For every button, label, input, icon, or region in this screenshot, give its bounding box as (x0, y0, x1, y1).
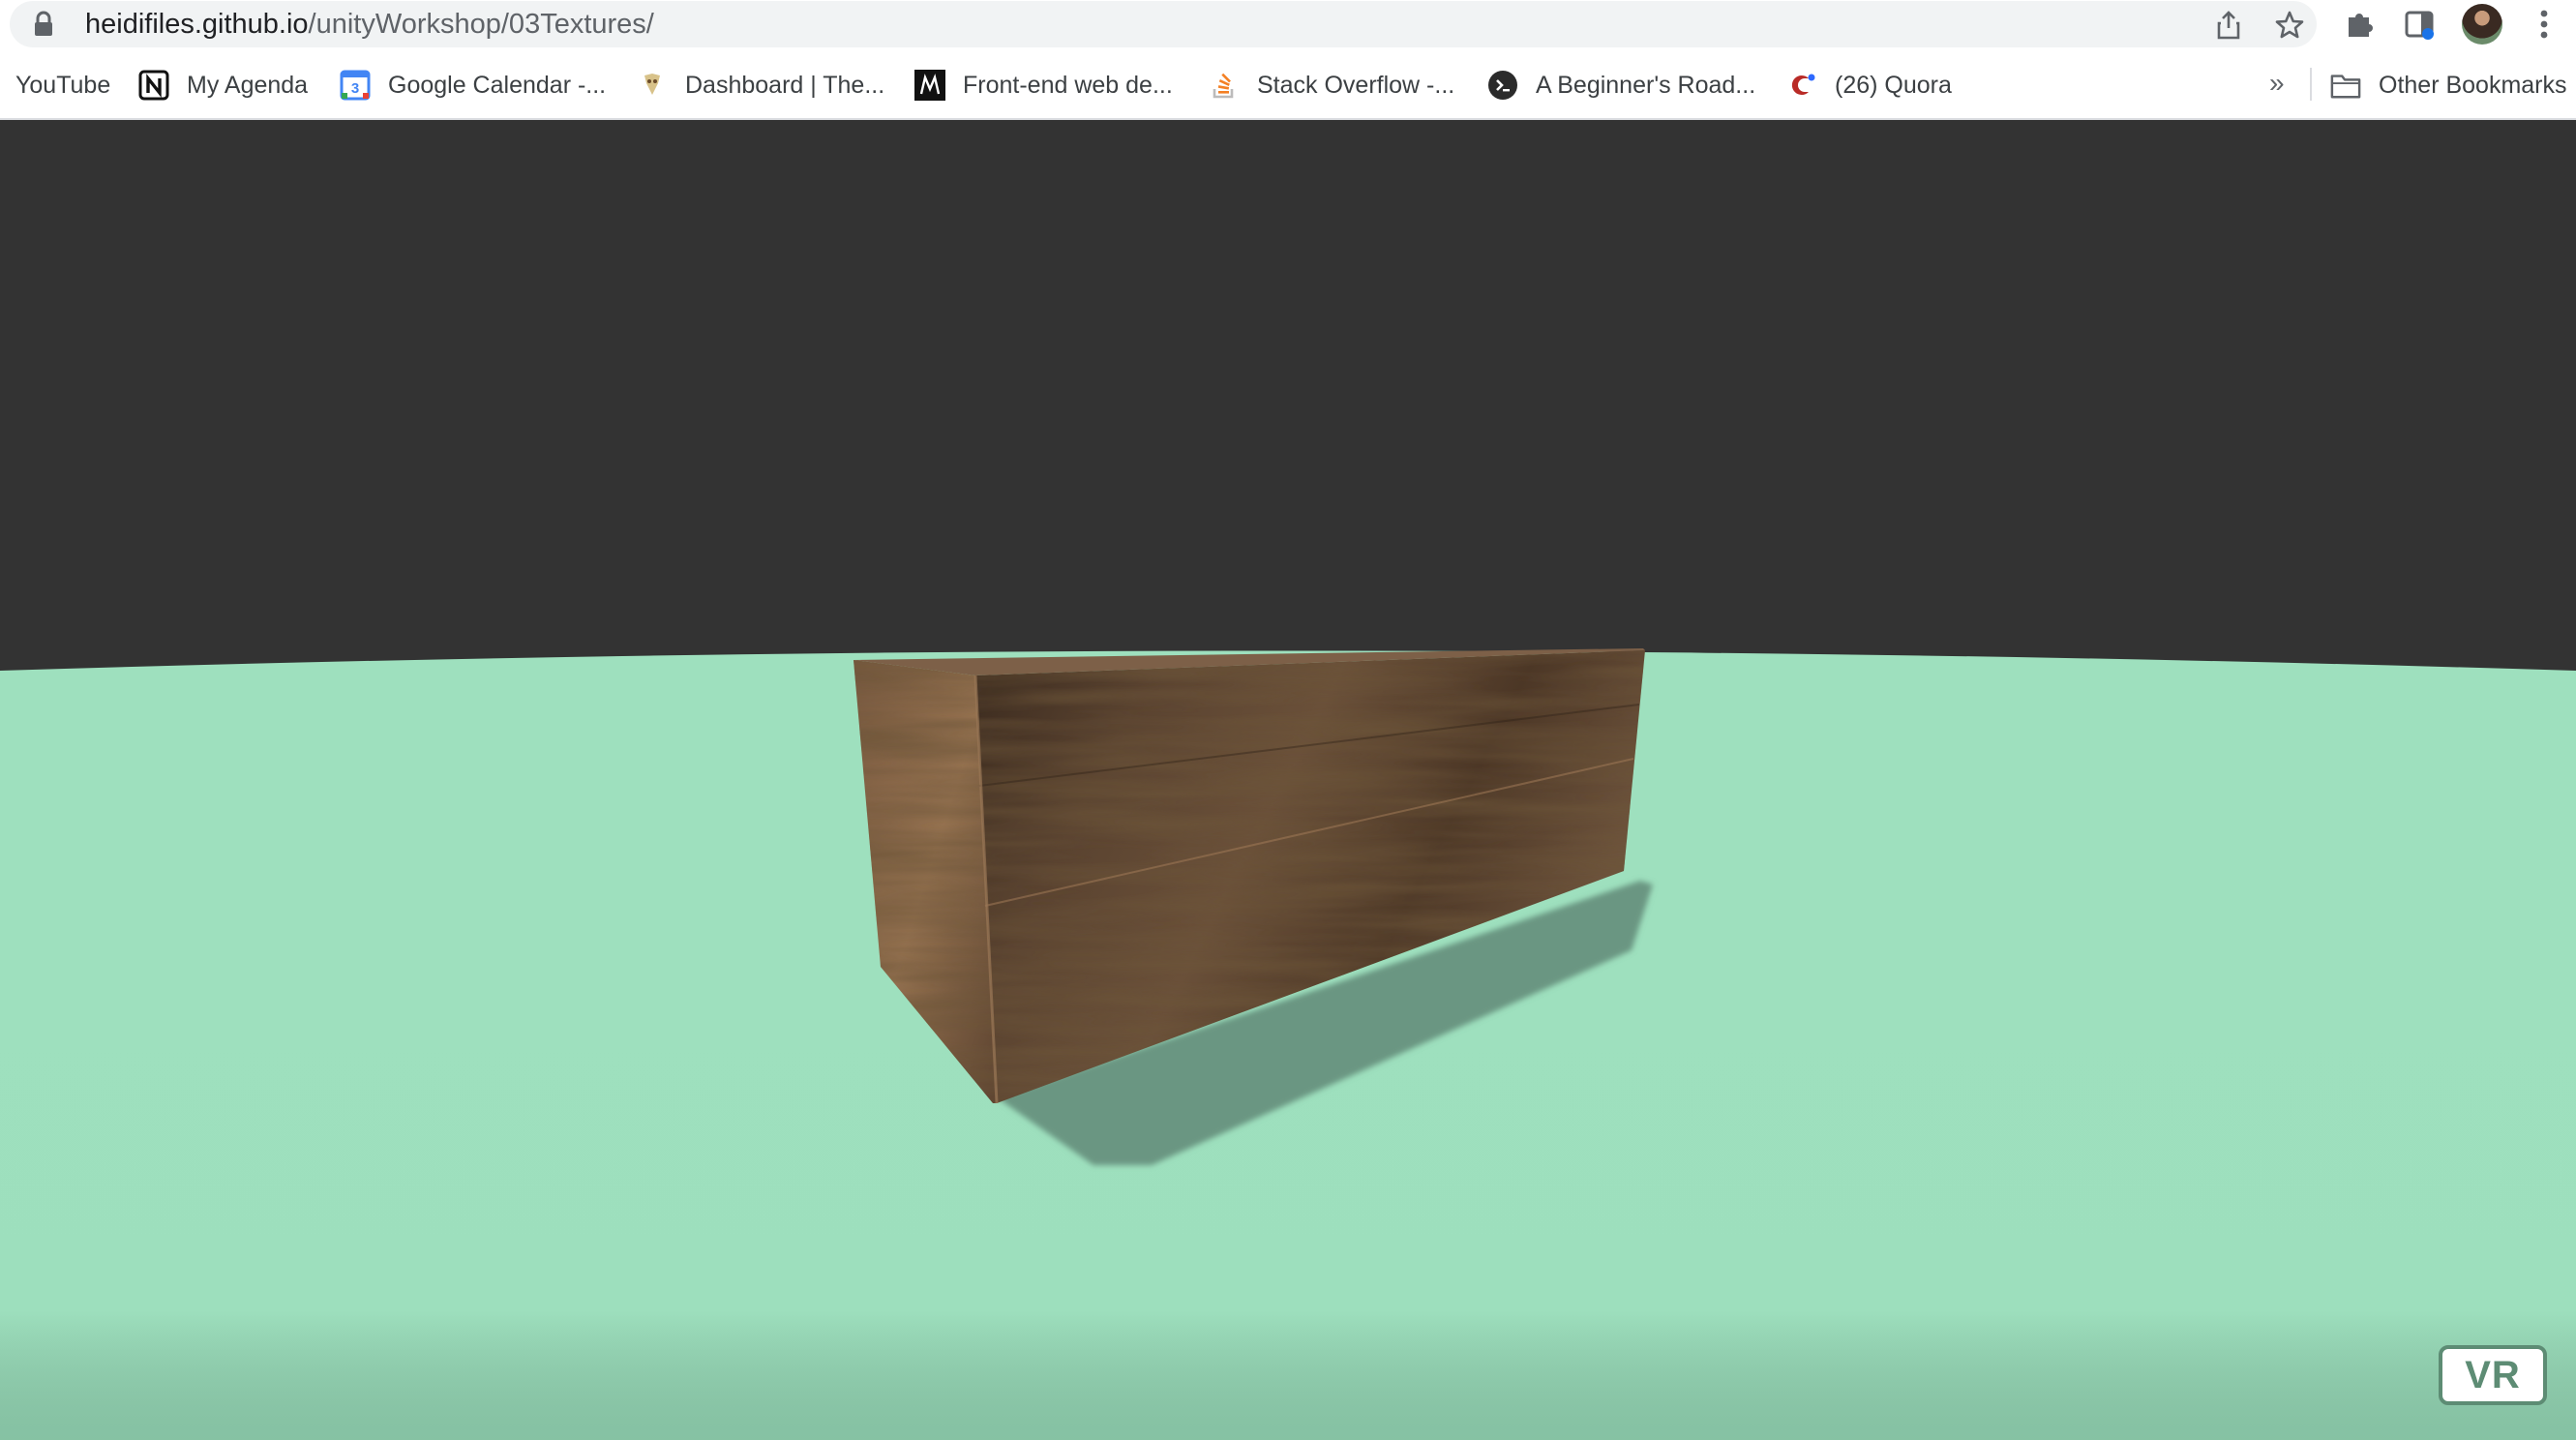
scene-canvas[interactable] (0, 120, 2576, 1440)
bookmarks-overflow-chevron[interactable]: » (2269, 68, 2285, 99)
terminal-icon (1487, 70, 1518, 101)
star-icon[interactable] (2271, 7, 2308, 44)
bookmark-youtube[interactable]: YouTube (15, 66, 110, 105)
bookmark-label: (26) Quora (1835, 71, 1952, 99)
ground-vignette (0, 1310, 2576, 1440)
svg-text:3: 3 (351, 80, 359, 97)
side-panel-icon[interactable] (2400, 5, 2439, 44)
scene-viewport[interactable] (0, 120, 2576, 1440)
folder-icon (2330, 70, 2361, 101)
menu-icon[interactable] (2525, 5, 2563, 44)
m-icon (914, 70, 945, 101)
dashboard-icon (637, 70, 668, 101)
stack-overflow-icon (1209, 70, 1240, 101)
calendar-icon: 3 (340, 70, 371, 101)
sky (0, 120, 2576, 701)
bookmark-label: A Beginner's Road... (1536, 71, 1756, 99)
quora-icon (1786, 70, 1817, 101)
other-bookmarks[interactable]: Other Bookmarks (2330, 66, 2567, 105)
bookmark-google-calendar[interactable]: 3 Google Calendar -... (340, 66, 606, 105)
extensions-icon[interactable] (2340, 5, 2379, 44)
address-bar: heidifiles.github.io/unityWorkshop/03Tex… (0, 0, 2576, 48)
bookmark-label: Front-end web de... (963, 71, 1173, 99)
profile-avatar[interactable] (2462, 4, 2502, 45)
bookmark-dashboard[interactable]: Dashboard | The... (637, 66, 884, 105)
bookmark-stack-overflow[interactable]: Stack Overflow -... (1209, 66, 1454, 105)
bookmark-front-end[interactable]: Front-end web de... (914, 66, 1173, 105)
url-host: heidifiles.github.io (85, 9, 309, 40)
lock-icon[interactable] (31, 11, 56, 38)
share-icon[interactable] (2210, 7, 2247, 44)
bookmarks-divider (2310, 68, 2312, 101)
bookmark-beginners-road[interactable]: A Beginner's Road... (1487, 66, 1755, 105)
bookmark-label: YouTube (15, 71, 111, 99)
vr-button[interactable]: VR (2439, 1345, 2547, 1405)
bookmark-label: Stack Overflow -... (1257, 71, 1455, 99)
bookmark-label: My Agenda (187, 71, 309, 99)
notion-icon (138, 70, 169, 101)
url-text[interactable]: heidifiles.github.io/unityWorkshop/03Tex… (85, 8, 654, 41)
bookmarks-bar: YouTube My Agenda 3 Google Calendar -... (0, 48, 2576, 120)
url-path: /unityWorkshop/03Textures/ (308, 9, 654, 40)
bookmark-quora[interactable]: (26) Quora (1786, 66, 1952, 105)
bookmark-label: Google Calendar -... (388, 71, 607, 99)
bookmark-label: Other Bookmarks (2379, 71, 2567, 99)
omnibox[interactable]: heidifiles.github.io/unityWorkshop/03Tex… (10, 1, 2317, 47)
bookmark-label: Dashboard | The... (685, 71, 885, 99)
bookmark-my-agenda[interactable]: My Agenda (138, 66, 308, 105)
